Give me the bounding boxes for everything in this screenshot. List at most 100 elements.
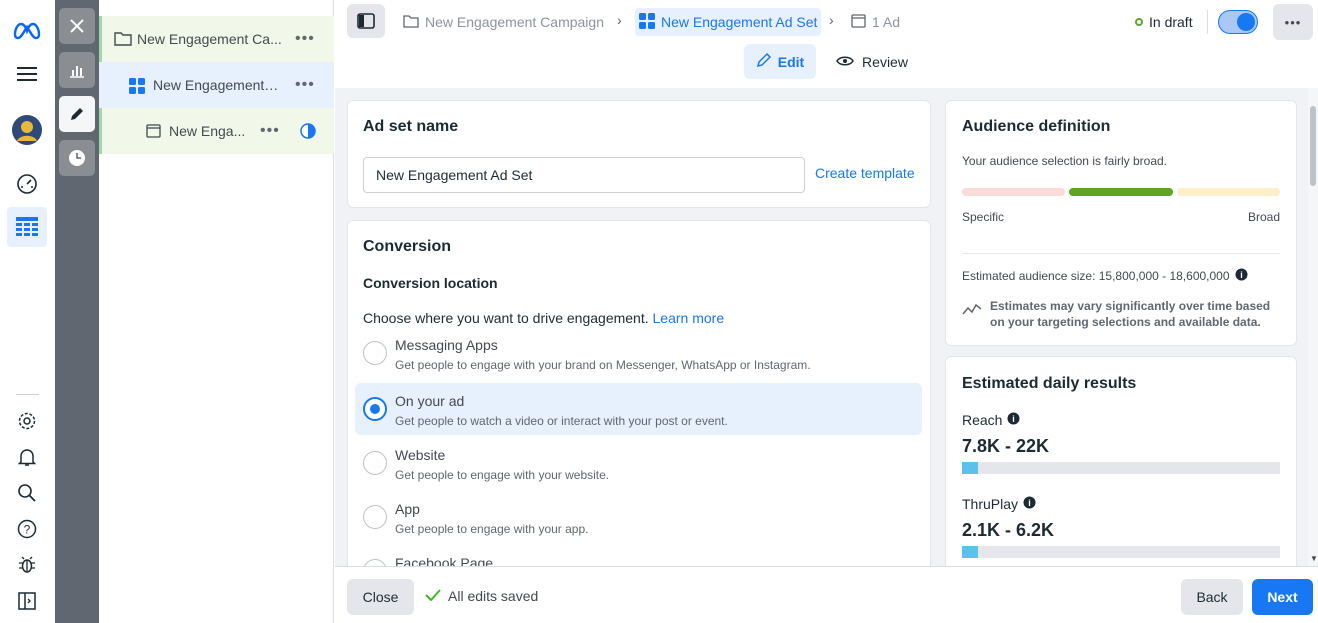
- conversion-title: Conversion: [363, 238, 452, 255]
- tab-review-label: Review: [862, 53, 908, 70]
- thruplay-label: ThruPlay: [962, 496, 1019, 512]
- chevron-right-icon: ›: [829, 12, 834, 28]
- tree-item-campaign[interactable]: New Engagement Ca... •••: [99, 16, 334, 62]
- edit-pencil-icon[interactable]: [59, 96, 95, 132]
- svg-text:?: ?: [24, 523, 31, 537]
- bug-report-icon[interactable]: [11, 549, 43, 581]
- option-subtitle: Get people to watch a video or interact …: [395, 414, 728, 428]
- svg-text:i: i: [1028, 498, 1031, 508]
- adset-more-icon[interactable]: •••: [295, 76, 315, 94]
- tree-adset-label: New Engagement ...: [153, 77, 279, 93]
- close-button[interactable]: Close: [347, 579, 414, 615]
- tree-item-adset[interactable]: New Engagement ... •••: [99, 62, 334, 108]
- help-icon[interactable]: ?: [11, 513, 43, 545]
- campaign-tree: New Engagement Ca... ••• New Engagement …: [99, 0, 334, 623]
- breadcrumb-ad-label: 1 Ad: [872, 14, 901, 30]
- draft-status: In draft: [1135, 14, 1193, 30]
- nav-divider: [16, 394, 39, 395]
- reach-bar: [962, 462, 1280, 474]
- audience-size-text: Estimated audience size: 15,800,000 - 18…: [962, 269, 1230, 283]
- folder-icon: [403, 14, 419, 31]
- option-title: App: [395, 501, 420, 517]
- meta-logo-icon[interactable]: [11, 14, 43, 46]
- side-panel-toggle-icon[interactable]: [11, 585, 43, 617]
- learn-more-link[interactable]: Learn more: [653, 310, 725, 326]
- more-options-button[interactable]: •••: [1273, 4, 1313, 40]
- ad-window-icon: [851, 13, 866, 31]
- option-messaging-apps[interactable]: Messaging Apps Get people to engage with…: [355, 331, 922, 381]
- breadcrumb-ad[interactable]: 1 Ad: [851, 8, 900, 36]
- editor-footer: Close All edits saved Back Next: [335, 566, 1318, 623]
- ad-window-icon: [146, 124, 161, 141]
- editor-header: New Engagement Campaign › New Engagement…: [335, 0, 1318, 88]
- conversion-prompt-text: Choose where you want to drive engagemen…: [363, 310, 649, 326]
- conversion-card: Conversion Conversion location Choose wh…: [347, 220, 931, 566]
- toggle-sidebar-icon[interactable]: [347, 4, 385, 38]
- option-app[interactable]: App Get people to engage with your app.: [355, 493, 922, 543]
- tab-edit[interactable]: Edit: [744, 44, 816, 79]
- breadcrumb-adset-label: New Engagement Ad Set: [661, 14, 818, 30]
- radio-on-your-ad[interactable]: [363, 397, 387, 421]
- option-subtitle: Get people to engage with your brand on …: [395, 358, 811, 372]
- ads-manager-table-icon[interactable]: [7, 207, 47, 247]
- draft-status-half-circle-icon: [300, 123, 316, 142]
- conversion-location-label: Conversion location: [363, 275, 498, 291]
- reach-label-row: Reach i: [962, 412, 1020, 428]
- close-editor-icon[interactable]: [59, 8, 95, 44]
- draft-status-label: In draft: [1149, 14, 1193, 30]
- adset-name-input[interactable]: New Engagement Ad Set: [363, 157, 805, 193]
- chart-icon[interactable]: [59, 52, 95, 88]
- tab-edit-label: Edit: [777, 53, 805, 70]
- audience-note: Estimates may vary significantly over ti…: [990, 299, 1271, 329]
- thruplay-label-row: ThruPlay i: [962, 496, 1036, 512]
- breadcrumb-adset[interactable]: New Engagement Ad Set: [635, 8, 822, 36]
- tab-review[interactable]: Review: [832, 44, 912, 79]
- divider: [962, 253, 1280, 254]
- settings-gear-icon[interactable]: [11, 405, 43, 437]
- radio-messaging-apps[interactable]: [363, 341, 387, 365]
- svg-text:i: i: [1013, 414, 1016, 424]
- tree-item-ad[interactable]: New Enga... •••: [99, 108, 334, 154]
- save-status: All edits saved: [425, 588, 538, 604]
- radio-website[interactable]: [363, 451, 387, 475]
- adset-name-value: New Engagement Ad Set: [376, 167, 533, 183]
- create-template-link[interactable]: Create template: [815, 165, 915, 181]
- scrollbar[interactable]: ▼: [1308, 88, 1318, 566]
- option-website[interactable]: Website Get people to engage with your w…: [355, 439, 922, 489]
- option-subtitle: Get people to engage with your website.: [395, 468, 610, 482]
- search-icon[interactable]: [11, 477, 43, 509]
- meter-specific-label: Specific: [962, 210, 1005, 224]
- thruplay-value: 2.1K - 6.2K: [962, 520, 1055, 540]
- audience-title: Audience definition: [962, 118, 1111, 135]
- menu-icon[interactable]: [11, 58, 43, 90]
- estimated-daily-results-card: Estimated daily results Reach i 7.8K - 2…: [945, 356, 1297, 566]
- info-icon[interactable]: i: [1007, 412, 1020, 428]
- thruplay-bar-fill: [962, 546, 978, 558]
- radio-app[interactable]: [363, 505, 387, 529]
- thruplay-bar: [962, 546, 1280, 558]
- option-facebook-page[interactable]: Facebook Page: [355, 547, 922, 566]
- ad-more-icon[interactable]: •••: [260, 122, 280, 140]
- history-clock-icon[interactable]: [59, 140, 95, 176]
- campaign-more-icon[interactable]: •••: [295, 30, 315, 48]
- publish-toggle[interactable]: [1218, 10, 1258, 34]
- adset-name-card: Ad set name New Engagement Ad Set Create…: [347, 100, 931, 208]
- back-button[interactable]: Back: [1181, 579, 1243, 615]
- dashboard-gauge-icon[interactable]: [11, 168, 43, 200]
- profile-avatar[interactable]: [11, 114, 43, 146]
- next-button[interactable]: Next: [1252, 579, 1313, 615]
- option-on-your-ad[interactable]: On your ad Get people to watch a video o…: [355, 383, 922, 435]
- info-icon[interactable]: i: [1235, 268, 1248, 284]
- reach-bar-fill: [962, 462, 978, 474]
- notifications-bell-icon[interactable]: [11, 441, 43, 473]
- pencil-icon: [756, 52, 772, 71]
- radio-facebook-page[interactable]: [363, 559, 387, 566]
- folder-icon: [114, 31, 132, 49]
- breadcrumb-campaign[interactable]: New Engagement Campaign: [403, 8, 604, 36]
- chevron-right-icon: ›: [617, 12, 622, 28]
- eye-icon: [836, 54, 854, 70]
- reach-value: 7.8K - 22K: [962, 436, 1050, 456]
- info-icon[interactable]: i: [1023, 496, 1036, 512]
- svg-text:i: i: [1240, 270, 1243, 280]
- option-subtitle: Get people to engage with your app.: [395, 522, 589, 536]
